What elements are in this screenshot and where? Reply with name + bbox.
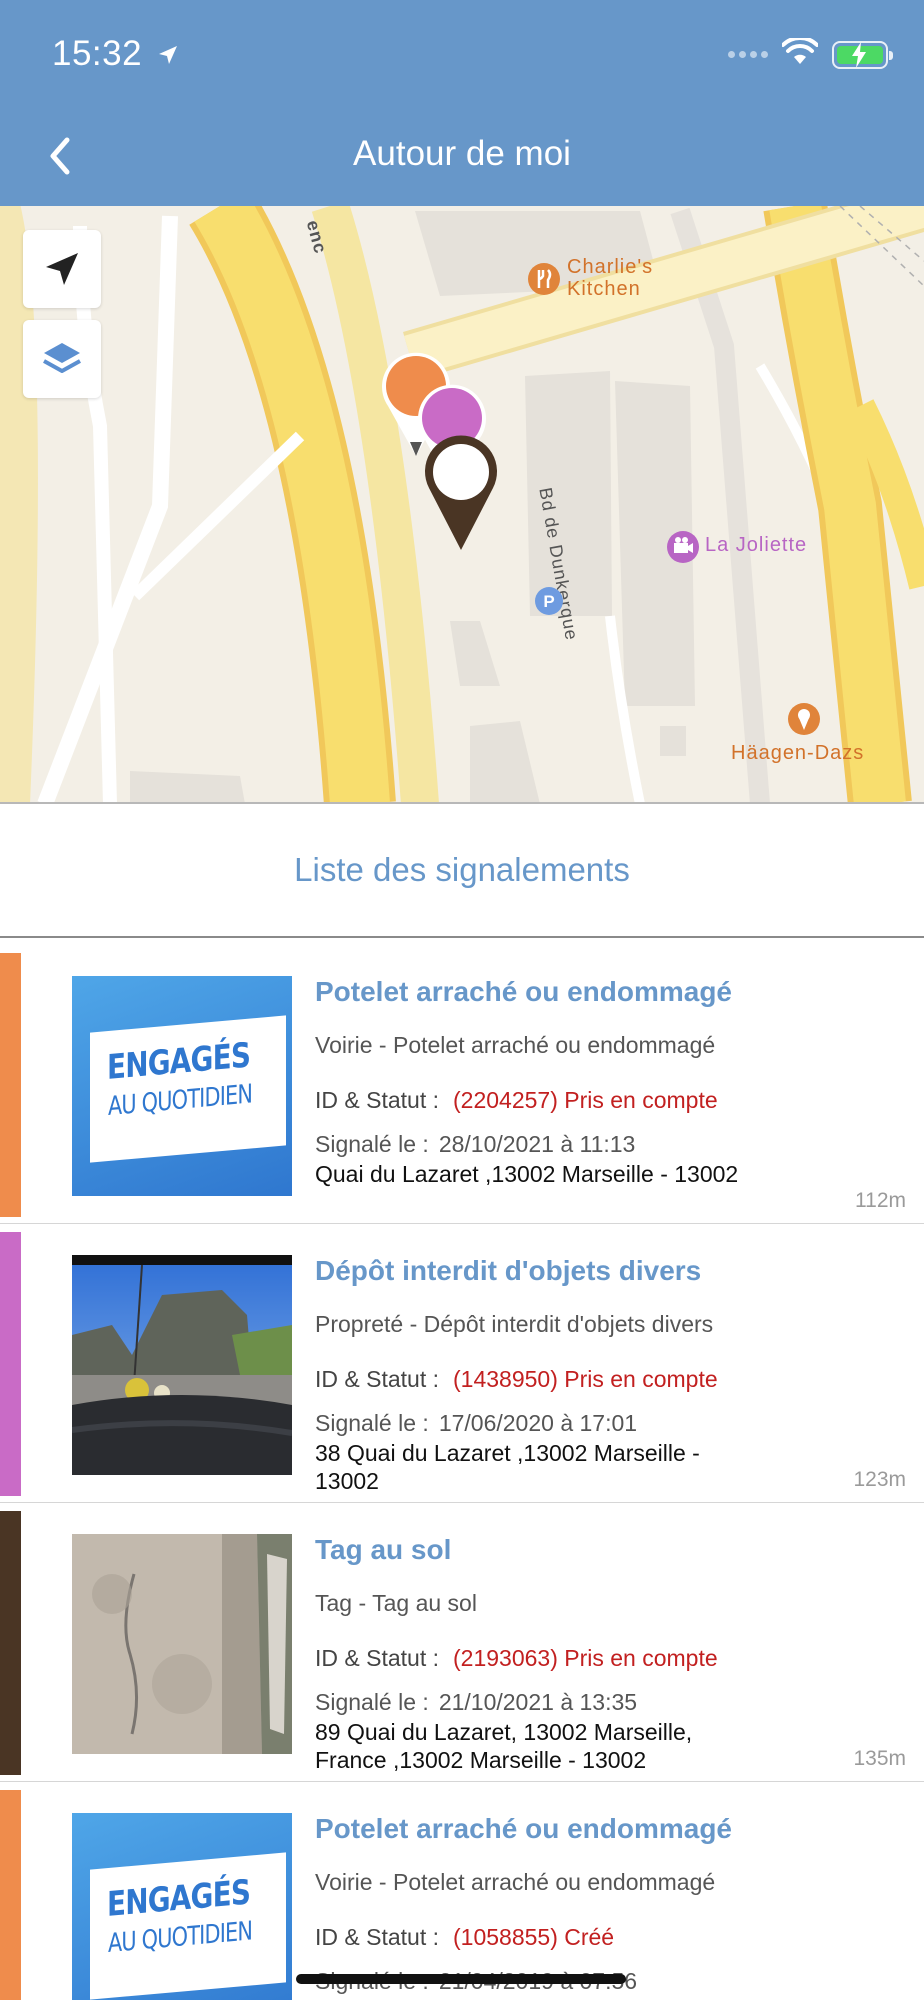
engages-placeholder-logo: ENGAGÉS AU QUOTIDIEN [72,1813,292,2000]
report-category: Voirie - Potelet arraché ou endommagé [315,1032,716,1058]
report-photo [72,1534,292,1754]
category-color-bar [0,1232,21,1496]
location-arrow-icon [156,36,180,76]
report-list-item[interactable]: Tag au sol Tag - Tag au sol ID & Statut … [0,1503,924,1782]
poi-label-charlies-kitchen: Charlie's Kitchen [567,256,654,300]
page-title: Autour de moi [353,134,571,173]
locate-me-button[interactable] [23,230,101,308]
report-id-status: ID & Statut : (2204257) Pris en compte [315,1087,718,1113]
restaurant-poi-icon[interactable] [527,262,561,301]
ice-cream-poi-icon[interactable] [787,702,821,741]
report-title: Tag au sol [315,1534,452,1565]
report-id-status: ID & Statut : (1058855) Créé [315,1924,615,1950]
list-heading-text: Liste des signalements [294,851,630,888]
report-thumbnail [72,1534,292,1754]
report-list-item[interactable]: ENGAGÉS AU QUOTIDIEN Potelet arraché ou … [0,945,924,1224]
category-color-bar [0,1790,21,2000]
category-color-bar [0,1511,21,1775]
wifi-icon [781,35,819,71]
poi-label-la-joliette: La Joliette [705,534,808,556]
report-thumbnail: ENGAGÉS AU QUOTIDIEN [72,976,292,1196]
report-address: Quai du Lazaret ,13002 Marseille - 13002 [315,1161,739,1187]
report-distance: 135m [853,1747,906,1770]
category-color-bar [0,953,21,1217]
report-id-status: ID & Statut : (2193063) Pris en compte [315,1645,718,1671]
report-title: Potelet arraché ou endommagé [315,1813,733,1844]
report-category: Tag - Tag au sol [315,1590,477,1616]
status-time: 15:32 [52,34,180,76]
report-category: Voirie - Potelet arraché ou endommagé [315,1869,716,1895]
report-thumbnail: ENGAGÉS AU QUOTIDIEN [72,1813,292,2000]
report-pin-brown[interactable] [421,432,501,559]
svg-text:P: P [543,592,554,611]
layers-icon [43,343,81,373]
report-distance: 112m [855,1189,906,1212]
status-time-text: 15:32 [52,34,143,73]
report-address: 38 Quai du Lazaret ,13002 Marseille - 13… [315,1440,700,1494]
report-date: Signalé le :17/06/2020 à 17:01 [315,1410,638,1436]
report-id-status: ID & Statut : (1438950) Pris en compte [315,1366,718,1392]
cellular-signal-icon [728,51,768,58]
report-list-item[interactable]: Dépôt interdit d'objets divers Propreté … [0,1224,924,1503]
map-layers-button[interactable] [23,320,101,398]
engages-placeholder-logo: ENGAGÉS AU QUOTIDIEN [72,976,292,1196]
report-date: Signalé le :21/10/2021 à 13:35 [315,1689,638,1715]
report-date: Signalé le :28/10/2021 à 11:13 [315,1131,636,1157]
battery-icon [832,40,893,69]
home-indicator[interactable] [296,1974,626,1984]
poi-label-haagen-dazs: Häagen-Dazs [731,742,865,764]
report-thumbnail [72,1255,292,1475]
report-distance: 123m [853,1468,906,1491]
cinema-poi-icon[interactable] [666,530,700,569]
navigation-arrow-icon [46,253,78,285]
nav-header: 15:32 Autour de moi [0,0,924,206]
report-title: Dépôt interdit d'objets divers [315,1255,702,1286]
status-indicators [728,35,893,71]
parking-icon[interactable]: P [534,586,564,621]
report-photo [72,1255,292,1475]
report-category: Propreté - Dépôt interdit d'objets diver… [315,1311,714,1337]
report-address: 89 Quai du Lazaret, 13002 Marseille, Fra… [315,1719,693,1773]
report-title: Potelet arraché ou endommagé [315,976,733,1007]
list-heading: Liste des signalements [0,804,924,938]
report-list-item[interactable]: ENGAGÉS AU QUOTIDIEN Potelet arraché ou … [0,1782,924,2000]
map-view[interactable]: Bd de Dunkerque enc Charlie's Kitchen La… [0,206,924,804]
